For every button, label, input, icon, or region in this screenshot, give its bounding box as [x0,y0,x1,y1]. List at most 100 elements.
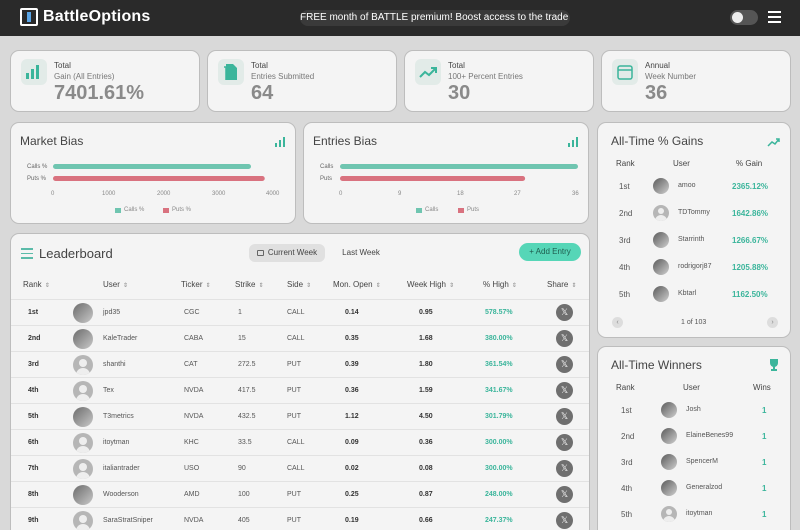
user-cell[interactable]: itoytman [686,510,712,517]
user-cell[interactable]: SaraStratSniper [103,517,153,524]
column-header-user[interactable]: User ⇕ [103,280,128,289]
sort-icon: ⇕ [258,283,264,289]
bar-calls[interactable] [53,164,251,169]
avatar[interactable] [653,205,669,221]
tab-current-week[interactable]: Current Week [249,244,325,262]
avatar[interactable] [73,407,93,427]
user-cell[interactable]: shanthi [103,361,126,368]
rank-cell: 5th [619,290,631,299]
chevron-left-icon[interactable]: ‹ [612,317,623,328]
user-cell[interactable]: ElaineBenes99 [686,432,733,439]
add-entry-button[interactable]: + Add Entry [519,243,581,261]
avatar[interactable] [73,381,93,401]
sort-icon: ⇕ [44,283,50,289]
week-high-cell: 4.50 [419,413,433,420]
sort-icon: ⇕ [511,283,517,289]
hamburger-menu-icon[interactable] [768,11,781,23]
x-share-icon[interactable]: 𝕏 [556,330,573,347]
stat-sublabel: 100+ Percent Entries [448,72,523,81]
x-share-icon[interactable]: 𝕏 [556,460,573,477]
avatar[interactable] [73,485,93,505]
week-high-cell: 0.08 [419,465,433,472]
stat-value: 7401.61% [54,82,145,104]
user-cell[interactable]: itoytman [103,439,129,446]
avatar[interactable] [661,454,677,470]
column-header-side[interactable]: Side ⇕ [287,280,311,289]
bar-puts[interactable] [53,176,265,181]
x-share-icon[interactable]: 𝕏 [556,408,573,425]
table-row[interactable]: 2nd KaleTrader CABA 15 CALL 0.35 1.68 380.00% 𝕏 [11,325,589,351]
table-row[interactable]: 4th Tex NVDA 417.5 PUT 0.36 1.59 341.67% 𝕏 [11,377,589,403]
x-share-icon[interactable]: 𝕏 [556,304,573,321]
rank-cell: 3rd [619,236,631,245]
x-share-icon[interactable]: 𝕏 [556,356,573,373]
strike-cell: 15 [238,335,246,342]
column-header-ticker[interactable]: Ticker ⇕ [181,280,211,289]
avatar[interactable] [73,433,93,453]
strike-cell: 272.5 [238,361,256,368]
table-row[interactable]: 8th Wooderson AMD 100 PUT 0.25 0.87 248.00% 𝕏 [11,481,589,507]
avatar[interactable] [653,259,669,275]
column-header-mon-open[interactable]: Mon. Open ⇕ [333,280,381,289]
avatar[interactable] [653,286,669,302]
user-cell[interactable]: Generalzod [686,484,722,491]
column-header-rank[interactable]: Rank ⇕ [23,280,50,289]
avatar[interactable] [661,402,677,418]
side-cell: PUT [287,413,301,420]
x-share-icon[interactable]: 𝕏 [556,486,573,503]
user-cell[interactable]: SpencerM [686,458,718,465]
user-cell[interactable]: Tex [103,387,114,394]
avatar[interactable] [661,506,677,522]
user-cell[interactable]: Josh [686,406,701,413]
column-header-week-high[interactable]: Week High ⇕ [407,280,454,289]
user-cell[interactable]: TDTommy [678,209,710,216]
avatar[interactable] [73,511,93,530]
user-cell[interactable]: amoo [678,182,696,189]
avatar[interactable] [73,459,93,479]
user-cell[interactable]: T3metrics [103,413,134,420]
mon-open-cell: 0.02 [345,465,359,472]
tab-last-week[interactable]: Last Week [333,244,389,262]
table-row[interactable]: 9th SaraStratSniper NVDA 405 PUT 0.19 0.66 247.… [11,507,589,530]
rank-cell: 7th [28,465,39,472]
avatar[interactable] [653,232,669,248]
table-row[interactable]: 3rd shanthi CAT 272.5 PUT 0.39 1.80 361.54% 𝕏 [11,351,589,377]
table-row[interactable]: 6th itoytman KHC 33.5 CALL 0.09 0.36 300.00% 𝕏 [11,429,589,455]
legend-item: Calls % [115,207,144,213]
x-share-icon[interactable]: 𝕏 [556,382,573,399]
promo-banner[interactable]: FREE month of BATTLE premium! Boost acce… [300,10,570,26]
table-row[interactable]: 7th italiantrader USO 90 CALL 0.02 0.08 300.00%… [11,455,589,481]
user-cell[interactable]: italiantrader [103,465,140,472]
x-share-icon[interactable]: 𝕏 [556,512,573,529]
user-cell[interactable]: rodrigorj87 [678,263,711,270]
user-cell[interactable]: KaleTrader [103,335,137,342]
theme-toggle[interactable] [730,10,758,25]
chevron-right-icon[interactable]: › [767,317,778,328]
column-header-pct-high[interactable]: % High ⇕ [483,280,517,289]
user-cell[interactable]: Kbtarl [678,290,696,297]
avatar[interactable] [661,428,677,444]
column-header-share[interactable]: Share ⇕ [547,280,576,289]
avatar[interactable] [653,178,669,194]
user-cell[interactable]: Wooderson [103,491,139,498]
market-bias-chart [53,164,265,181]
value-cell: 1642.86% [732,209,769,218]
x-share-icon[interactable]: 𝕏 [556,434,573,451]
app-logo[interactable]: BattleOptions [20,8,151,26]
rank-cell: 5th [621,510,633,519]
table-row[interactable]: 1st jpd35 CGC 1 CALL 0.14 0.95 578.57% 𝕏 [11,299,589,325]
bar-puts[interactable] [340,176,526,181]
stat-label: Total [54,61,71,70]
avatar[interactable] [73,329,93,349]
column-header-strike[interactable]: Strike ⇕ [235,280,263,289]
avatar[interactable] [73,355,93,375]
user-cell[interactable]: Starrinth [678,236,704,243]
sort-icon: ⇕ [448,283,455,289]
table-row[interactable]: 5th T3metrics NVDA 432.5 PUT 1.12 4.50 301.79% 𝕏 [11,403,589,429]
user-cell[interactable]: jpd35 [103,309,120,316]
bar-calls[interactable] [340,164,578,169]
market-bias-panel: Market Bias Calls % Puts % 0 1000 2000 3… [10,122,296,224]
avatar[interactable] [73,303,93,323]
avatar[interactable] [661,480,677,496]
mon-open-cell: 0.35 [345,335,359,342]
